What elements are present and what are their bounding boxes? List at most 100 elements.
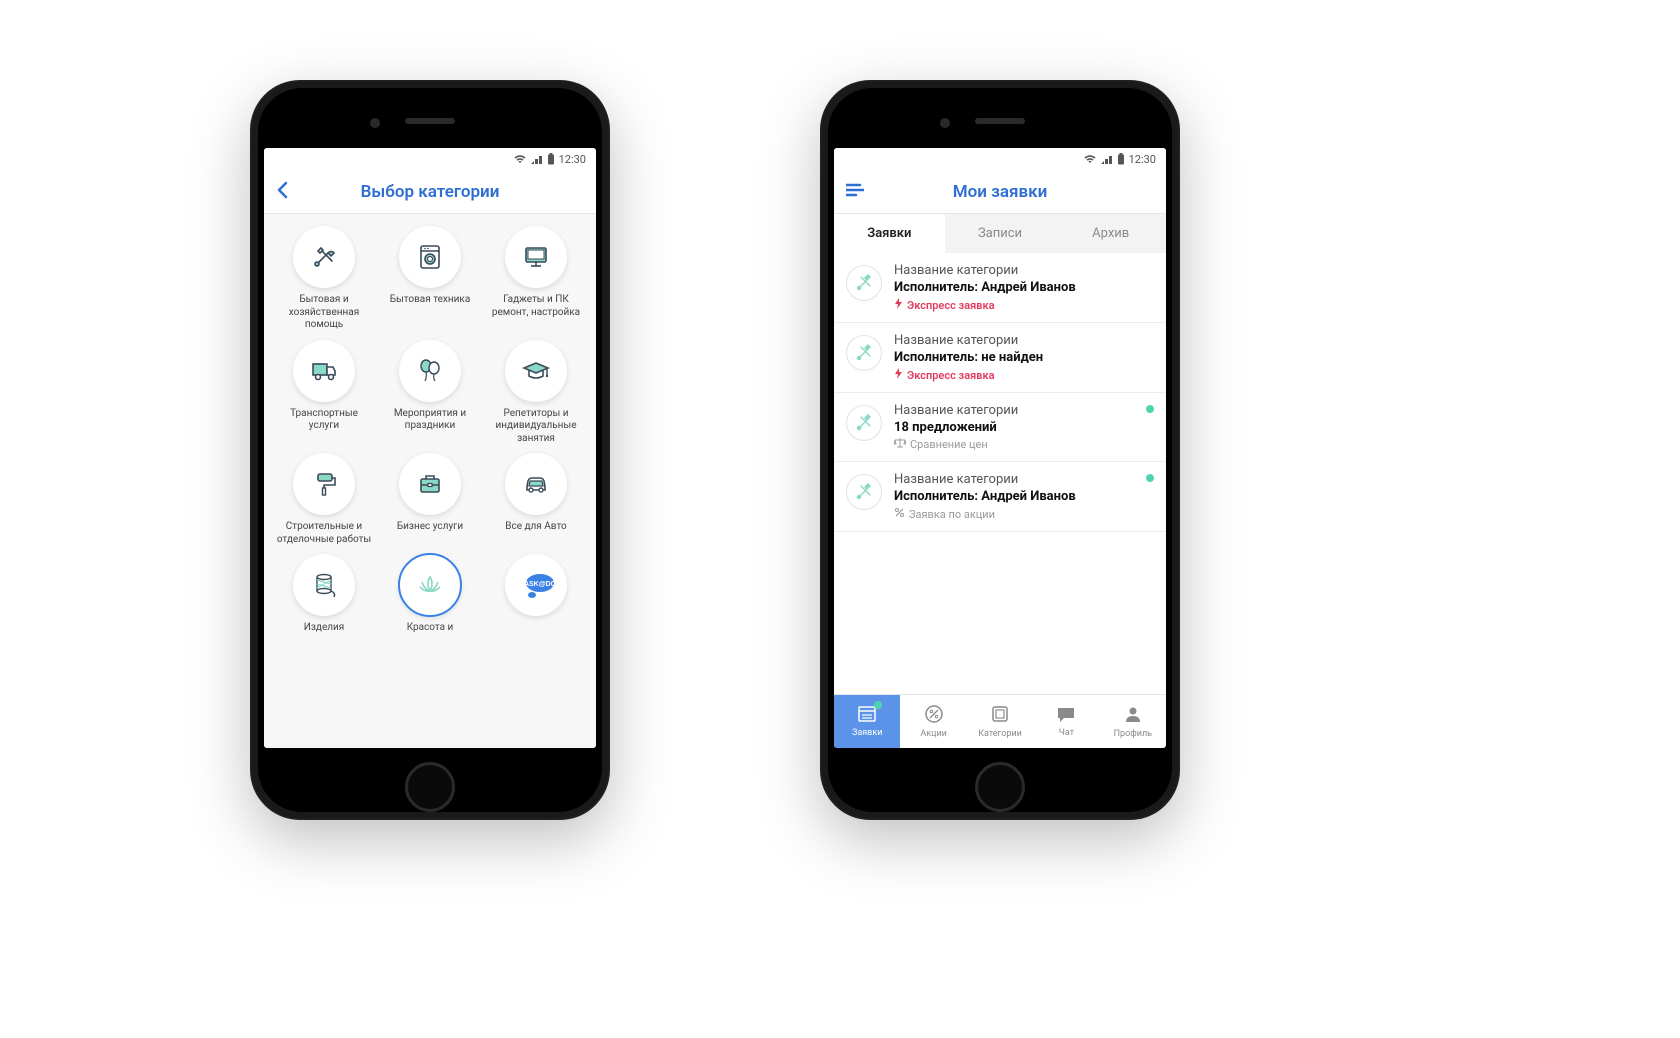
app-header: Выбор категории: [264, 170, 596, 214]
phone-camera: [940, 118, 950, 128]
nav-profile[interactable]: Профиль: [1100, 695, 1166, 748]
category-label: Бизнес услуги: [397, 521, 463, 534]
nav-label: Профиль: [1114, 729, 1152, 739]
category-label: Строительные и отделочные работы: [276, 521, 372, 546]
unread-dot: [1146, 405, 1154, 413]
tools-icon: [846, 474, 882, 510]
segment-tabs: Заявки Записи Архив: [834, 214, 1166, 253]
lightning-icon: [894, 298, 903, 312]
paint-roller-icon: [293, 453, 355, 515]
tab-records[interactable]: Записи: [945, 214, 1056, 253]
nav-categories[interactable]: Категории: [967, 695, 1033, 748]
categories-grid: Бытовая и хозяйственная помощь Бытовая т…: [264, 214, 596, 748]
tab-requests[interactable]: Заявки: [834, 214, 945, 253]
tab-archive[interactable]: Архив: [1055, 214, 1166, 253]
nav-chat[interactable]: Чат: [1033, 695, 1099, 748]
status-time: 12:30: [559, 153, 586, 166]
category-label: Репетиторы и индивидуальные занятия: [488, 408, 584, 446]
home-button[interactable]: [405, 762, 455, 812]
wifi-icon: [1083, 154, 1097, 164]
category-askodo[interactable]: ASK@DO: [486, 554, 586, 635]
requests-list: Название категории Исполнитель: Андрей И…: [834, 253, 1166, 694]
app-header: Мои заявки: [834, 170, 1166, 214]
nav-label: Заявки: [852, 728, 882, 738]
truck-icon: [293, 340, 355, 402]
percent-circle-icon: [924, 704, 944, 727]
scales-icon: [894, 438, 906, 451]
phone-mockup-requests: 12:30 Мои заявки Заявки Записи Архив: [820, 80, 1180, 820]
request-item[interactable]: Название категории Исполнитель: Андрей И…: [834, 253, 1166, 323]
menu-button[interactable]: [846, 182, 864, 201]
category-gadgets-pc[interactable]: Гаджеты и ПК ремонт, настройка: [486, 226, 586, 332]
category-label: Бытовая и хозяйственная помощь: [276, 294, 372, 332]
svg-text:ASK@DO: ASK@DO: [524, 581, 557, 588]
request-subtitle: Исполнитель: не найден: [894, 350, 1154, 365]
phone-speaker: [975, 118, 1025, 124]
category-label: Все для Авто: [505, 521, 567, 534]
bottom-nav: Заявки Акции Категории Чат Профиль: [834, 694, 1166, 748]
page-title: Выбор категории: [264, 182, 596, 202]
nav-promos[interactable]: Акции: [900, 695, 966, 748]
tools-icon: [846, 335, 882, 371]
request-item[interactable]: Название категории 18 предложений Сравне…: [834, 393, 1166, 462]
express-badge: Экспресс заявка: [894, 368, 1154, 382]
tools-icon: [846, 405, 882, 441]
phone-earpiece-area: [264, 94, 596, 148]
category-household-help[interactable]: Бытовая и хозяйственная помощь: [274, 226, 374, 332]
battery-icon: [547, 153, 555, 165]
car-icon: [505, 453, 567, 515]
status-bar: 12:30: [264, 148, 596, 170]
balloons-icon: [399, 340, 461, 402]
category-beauty[interactable]: Красота и: [380, 554, 480, 635]
category-construction[interactable]: Строительные и отделочные работы: [274, 453, 374, 546]
request-item[interactable]: Название категории Исполнитель: Андрей И…: [834, 462, 1166, 532]
request-item[interactable]: Название категории Исполнитель: не найде…: [834, 323, 1166, 393]
phone-camera: [370, 118, 380, 128]
lightning-icon: [894, 368, 903, 382]
tag-label: Экспресс заявка: [907, 369, 995, 382]
request-title: Название категории: [894, 263, 1154, 278]
nav-label: Чат: [1059, 728, 1074, 738]
request-body: Название категории Исполнитель: Андрей И…: [894, 472, 1154, 521]
tools-icon: [293, 226, 355, 288]
tag-label: Экспресс заявка: [907, 299, 995, 312]
nav-requests[interactable]: Заявки: [834, 695, 900, 748]
nav-label: Акции: [920, 729, 946, 739]
phone-bezel: 12:30 Выбор категории Бытовая и хозяйств…: [258, 88, 602, 812]
lotus-icon: [399, 554, 461, 616]
page-title: Мои заявки: [834, 182, 1166, 202]
calendar-list-icon: [857, 705, 877, 726]
battery-icon: [1117, 153, 1125, 165]
nav-badge-dot: [874, 701, 882, 709]
request-subtitle: Исполнитель: Андрей Иванов: [894, 489, 1154, 504]
request-body: Название категории Исполнитель: Андрей И…: [894, 263, 1154, 312]
category-label: Мероприятия и праздники: [382, 408, 478, 433]
nav-label: Категории: [978, 729, 1022, 739]
screen-categories: 12:30 Выбор категории Бытовая и хозяйств…: [264, 148, 596, 748]
category-events[interactable]: Мероприятия и праздники: [380, 340, 480, 446]
category-tutors[interactable]: Репетиторы и индивидуальные занятия: [486, 340, 586, 446]
category-label: Транспортные услуги: [276, 408, 372, 433]
request-subtitle: Исполнитель: Андрей Иванов: [894, 280, 1154, 295]
person-icon: [1123, 704, 1143, 727]
cellular-icon: [1101, 154, 1113, 164]
request-body: Название категории 18 предложений Сравне…: [894, 403, 1154, 451]
category-auto[interactable]: Все для Авто: [486, 453, 586, 546]
category-crafts[interactable]: Изделия: [274, 554, 374, 635]
category-appliances[interactable]: Бытовая техника: [380, 226, 480, 332]
request-title: Название категории: [894, 403, 1154, 418]
tag-label: Сравнение цен: [910, 438, 988, 451]
screen-requests: 12:30 Мои заявки Заявки Записи Архив: [834, 148, 1166, 748]
phone-mockup-categories: 12:30 Выбор категории Бытовая и хозяйств…: [250, 80, 610, 820]
chat-icon: [1056, 705, 1076, 726]
home-button[interactable]: [975, 762, 1025, 812]
unread-dot: [1146, 474, 1154, 482]
cellular-icon: [531, 154, 543, 164]
category-business[interactable]: Бизнес услуги: [380, 453, 480, 546]
phone-bezel: 12:30 Мои заявки Заявки Записи Архив: [828, 88, 1172, 812]
phone-speaker: [405, 118, 455, 124]
category-transport[interactable]: Транспортные услуги: [274, 340, 374, 446]
back-button[interactable]: [276, 181, 288, 203]
request-title: Название категории: [894, 333, 1154, 348]
compare-badge: Сравнение цен: [894, 438, 1154, 451]
